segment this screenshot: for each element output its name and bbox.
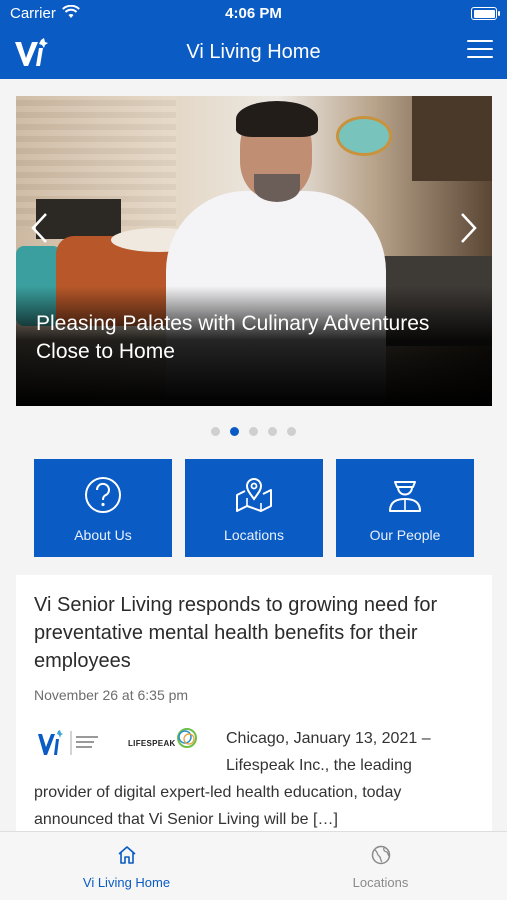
carousel-page-indicator[interactable] xyxy=(0,427,507,439)
our-people-tile[interactable]: Our People xyxy=(336,459,474,557)
vi-senior-living-logo xyxy=(38,730,98,755)
photo-chef-beard xyxy=(254,174,300,202)
photo-cabinet xyxy=(412,96,492,181)
home-icon xyxy=(118,846,136,864)
carousel-caption[interactable]: Pleasing Palates with Culinary Adventure… xyxy=(36,310,476,366)
chevron-left-icon[interactable] xyxy=(28,211,52,245)
carousel-dot-3[interactable] xyxy=(249,427,258,436)
question-circle-icon xyxy=(85,477,121,513)
lifespeak-logo-mark xyxy=(177,728,197,748)
our-people-label: Our People xyxy=(369,527,441,543)
battery-icon xyxy=(471,7,500,20)
photo-chef-hair xyxy=(236,101,318,137)
article-headline[interactable]: Vi Senior Living responds to growing nee… xyxy=(34,591,474,675)
lifespeak-logo-text: LIFESPEAK xyxy=(128,739,176,748)
globe-icon xyxy=(371,845,391,865)
map-pin-icon xyxy=(236,478,272,512)
news-card[interactable]: Vi Senior Living responds to growing nee… xyxy=(16,575,492,831)
nav-bar: Vi Living Home xyxy=(0,28,507,79)
quick-links: About Us Locations Our People xyxy=(34,459,474,557)
clock: 4:06 PM xyxy=(225,5,282,22)
article-date: November 26 at 6:35 pm xyxy=(34,687,189,703)
about-us-tile[interactable]: About Us xyxy=(34,459,172,557)
locations-tile[interactable]: Locations xyxy=(185,459,323,557)
home-feed[interactable]: Pleasing Palates with Culinary Adventure… xyxy=(0,79,507,831)
article-excerpt-rest: provider of digital expert-led health ed… xyxy=(34,784,402,828)
tab-locations[interactable]: Locations xyxy=(254,832,507,900)
article-excerpt-start: Chicago, January 13, 2021 – Lifespeak In… xyxy=(226,730,431,774)
about-us-label: About Us xyxy=(74,527,132,543)
carousel-dot-4[interactable] xyxy=(268,427,277,436)
locations-label: Locations xyxy=(224,527,284,543)
page-title: Vi Living Home xyxy=(186,41,321,63)
carousel-dot-1[interactable] xyxy=(211,427,220,436)
tab-locations-label: Locations xyxy=(352,875,409,890)
person-icon xyxy=(389,481,421,512)
article-thumbnail[interactable]: LIFESPEAK xyxy=(36,725,206,761)
status-bar: Carrier 4:06 PM xyxy=(0,0,507,28)
photo-sign xyxy=(336,116,392,156)
tab-vi-living-home[interactable]: Vi Living Home xyxy=(0,832,253,900)
chevron-right-icon[interactable] xyxy=(456,211,480,245)
tab-home-label: Vi Living Home xyxy=(82,875,171,890)
bottom-tab-bar: Vi Living Home Locations xyxy=(0,831,507,900)
hamburger-menu-icon[interactable] xyxy=(467,40,493,62)
carousel-dot-5[interactable] xyxy=(287,427,296,436)
carousel-dot-2[interactable] xyxy=(230,427,239,436)
featured-carousel[interactable]: Pleasing Palates with Culinary Adventure… xyxy=(16,96,492,406)
